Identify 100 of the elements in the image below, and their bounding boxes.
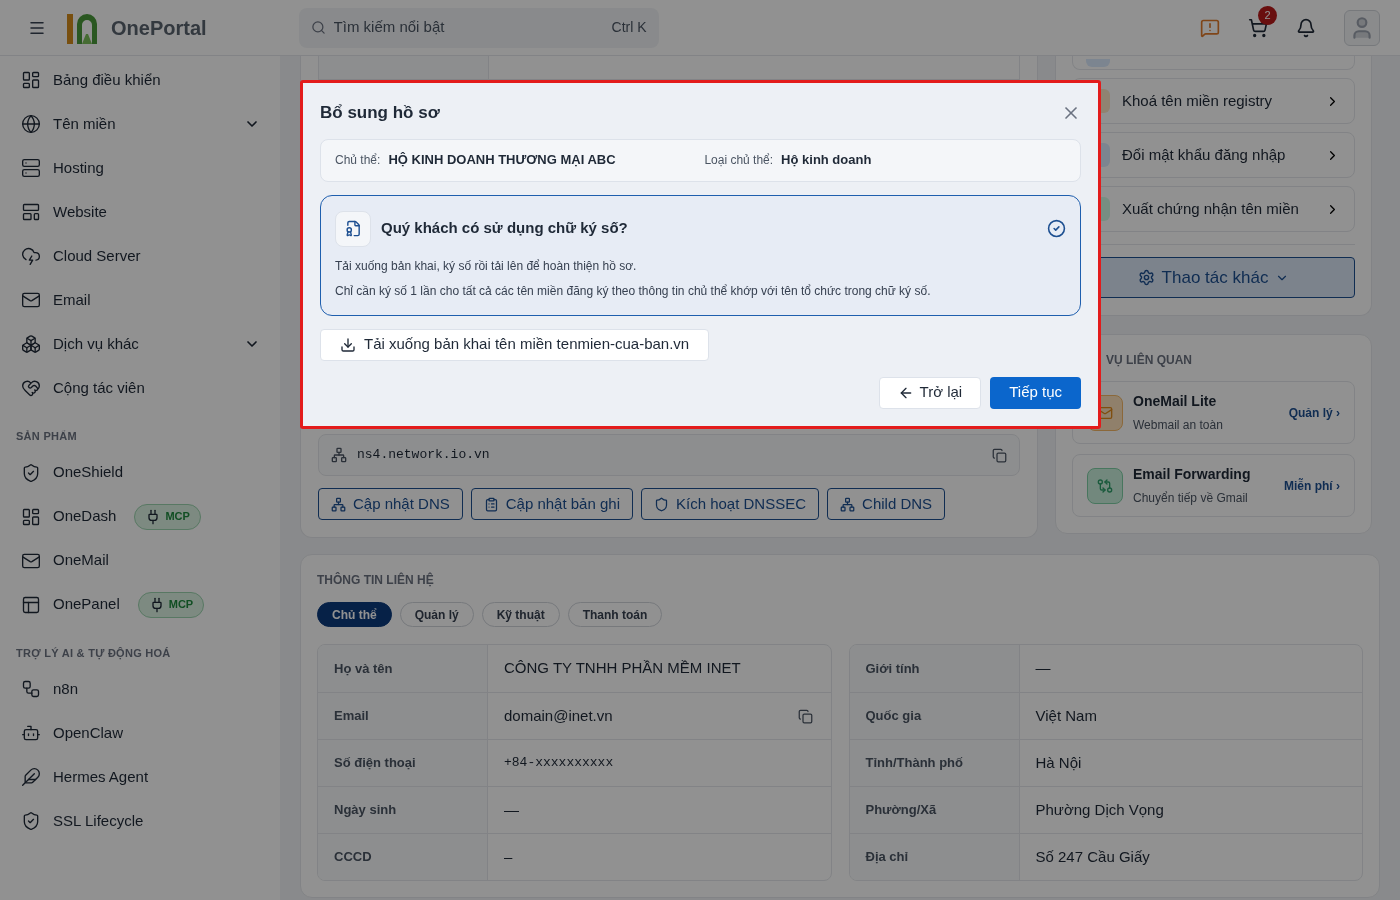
sidebar-item[interactable]: Hermes Agent bbox=[0, 755, 280, 799]
sidebar-item-label: Cloud Server bbox=[53, 245, 141, 266]
sidebar-item[interactable]: Tên miền bbox=[0, 102, 280, 146]
service-subtitle: Chuyển tiếp về Gmail bbox=[1133, 490, 1249, 507]
cart-badge: 2 bbox=[1258, 5, 1277, 25]
value-cell-text: +84-xxxxxxxxxx bbox=[503, 754, 615, 773]
label-cell: Họ và tên bbox=[318, 645, 488, 692]
value-cell-text: – bbox=[503, 846, 514, 867]
label-cell: CCCD bbox=[318, 834, 488, 880]
globe-icon bbox=[21, 114, 41, 134]
contact-tab[interactable]: Quản lý bbox=[399, 602, 474, 627]
feedback-icon[interactable] bbox=[1200, 17, 1220, 38]
label-cell: Số điện thoại bbox=[318, 740, 488, 786]
service-name: Email Forwarding bbox=[1133, 465, 1251, 484]
contact-tab[interactable]: Thanh toán bbox=[567, 602, 663, 627]
sidebar-item[interactable]: Email bbox=[0, 278, 280, 322]
info-value: HỘ KINH DOANH THƯƠNG MẠI ABC bbox=[388, 151, 617, 170]
label-cell: Địa chỉ bbox=[849, 834, 1020, 880]
info-value: Hộ kinh doanh bbox=[781, 151, 872, 170]
service-link[interactable]: Quản lý › bbox=[1288, 403, 1340, 422]
sidebar-item[interactable]: Cloud Server bbox=[0, 234, 280, 278]
feather-icon bbox=[21, 767, 41, 787]
dns-action-button[interactable]: Cập nhật DNS bbox=[318, 488, 463, 520]
shield-icon bbox=[654, 496, 669, 512]
label-cell: Email bbox=[318, 693, 488, 739]
panel-icon bbox=[21, 594, 41, 615]
network-icon bbox=[331, 447, 347, 463]
value-cell-text: domain@inet.vn bbox=[503, 705, 614, 726]
sidebar-item[interactable]: Website bbox=[0, 190, 280, 234]
service-link[interactable]: Miễn phí › bbox=[1284, 476, 1340, 495]
sidebar-item-label: Bảng điều khiển bbox=[53, 69, 161, 90]
sidebar-item-label: Tên miền bbox=[53, 113, 116, 134]
contact-tab[interactable]: Kỹ thuật bbox=[481, 602, 560, 627]
sidebar-item-label: Cộng tác viên bbox=[53, 377, 145, 398]
sidebar-item[interactable]: Hosting bbox=[0, 146, 280, 190]
shortcut-hint: Ctrl K bbox=[611, 18, 647, 37]
workflow-icon bbox=[21, 679, 41, 699]
contact-tab[interactable]: Chủ thể bbox=[317, 602, 392, 627]
dns-action-button[interactable]: Child DNS bbox=[827, 488, 946, 520]
cloud-icon bbox=[21, 246, 41, 266]
search-input[interactable]: Tìm kiếm nổi bật bbox=[333, 16, 604, 39]
search-field[interactable]: Tìm kiếm nổi bật Ctrl K bbox=[298, 7, 659, 48]
value-cell-text: Phường Dịch Vọng bbox=[1034, 799, 1165, 820]
network-icon bbox=[331, 496, 346, 512]
sidebar-item[interactable]: Dịch vụ khác bbox=[0, 322, 280, 366]
robot-icon bbox=[21, 723, 41, 743]
sidebar-item-label: Website bbox=[53, 201, 107, 222]
option-card[interactable] bbox=[320, 194, 1081, 316]
dns-action-button[interactable]: Kích hoạt DNSSEC bbox=[641, 488, 820, 520]
section-title: TRỢ LÝ AI & TỰ ĐỘNG HOÁ bbox=[15, 645, 172, 662]
dashboard-icon bbox=[21, 70, 41, 90]
service-subtitle: Webmail an toàn bbox=[1133, 417, 1223, 434]
arrows-icon bbox=[1097, 477, 1113, 494]
service-row[interactable]: Email Forwarding Chuyển tiếp về Gmail Miễn phí › bbox=[1072, 454, 1355, 517]
dns-action-button[interactable]: Cập nhật bản ghi bbox=[470, 488, 633, 520]
back-button[interactable]: Trở lại bbox=[878, 376, 982, 409]
shield-icon bbox=[21, 462, 41, 483]
sidebar-item[interactable]: n8n bbox=[0, 667, 280, 711]
sidebar-item-label: Hermes Agent bbox=[53, 766, 149, 787]
option-description: Tải xuống bản khai, ký số rồi tải lên để hoàn thiện hồ sơ. bbox=[335, 257, 638, 275]
layout-icon bbox=[21, 202, 41, 222]
sidebar-item[interactable]: SSL Lifecycle bbox=[0, 799, 280, 843]
sidebar-item[interactable]: Cộng tác viên bbox=[0, 366, 280, 410]
value-cell-text: — bbox=[1034, 658, 1052, 679]
value-cell-text: — bbox=[503, 799, 520, 820]
settings-icon bbox=[1137, 269, 1155, 286]
section-title: VỤ LIÊN QUAN bbox=[1105, 351, 1193, 369]
continue-button[interactable]: Tiếp tục bbox=[990, 376, 1081, 409]
sidebar-item-label: SSL Lifecycle bbox=[53, 810, 144, 831]
sidebar-item-label: Dịch vụ khác bbox=[53, 333, 139, 354]
copy-icon[interactable] bbox=[992, 447, 1007, 463]
dashboard-icon bbox=[21, 506, 41, 527]
sidebar-item-label: OnePanel bbox=[53, 594, 120, 615]
sidebar-item-label: n8n bbox=[53, 678, 79, 699]
label-cell: Ngày sinh bbox=[318, 787, 488, 833]
boxes-icon bbox=[21, 334, 41, 354]
value-cell-text: Việt Nam bbox=[1034, 705, 1098, 726]
info-label: Chủ thể: bbox=[335, 152, 381, 169]
network-icon bbox=[840, 496, 856, 512]
sidebar-item[interactable]: OneMail bbox=[0, 538, 280, 583]
action-label: Xuất chứng nhận tên miền bbox=[1122, 198, 1299, 219]
value-cell-text: Hà Nội bbox=[1034, 752, 1083, 773]
sidebar-item[interactable]: OneShield bbox=[0, 450, 280, 495]
sidebar-item-label: OneMail bbox=[53, 550, 109, 571]
sidebar-item[interactable]: OneDash MCP bbox=[0, 494, 280, 539]
download-button[interactable]: Tải xuống bản khai tên miền tenmien-cua-ban.vn bbox=[320, 328, 710, 361]
sidebar-item[interactable]: Bảng điều khiển bbox=[0, 58, 280, 102]
label-cell: Quốc gia bbox=[849, 693, 1020, 739]
mcp-badge: MCP bbox=[137, 591, 205, 618]
info-label: Loại chủ thể: bbox=[704, 152, 774, 169]
label-cell: Tỉnh/Thành phố bbox=[849, 740, 1020, 786]
copy-icon[interactable] bbox=[797, 708, 813, 724]
mcp-badge: MCP bbox=[134, 503, 201, 530]
sidebar-item[interactable]: OnePanel MCP bbox=[0, 582, 280, 627]
cart-icon[interactable] bbox=[1248, 17, 1268, 38]
sidebar-item[interactable]: OpenClaw bbox=[0, 711, 280, 755]
bell-icon[interactable] bbox=[1296, 17, 1316, 38]
sidebar-item-label: Hosting bbox=[53, 157, 104, 178]
nameserver-text: ns4.network.io.vn bbox=[357, 446, 490, 465]
section-title: THÔNG TIN LIÊN HỆ bbox=[317, 571, 435, 589]
